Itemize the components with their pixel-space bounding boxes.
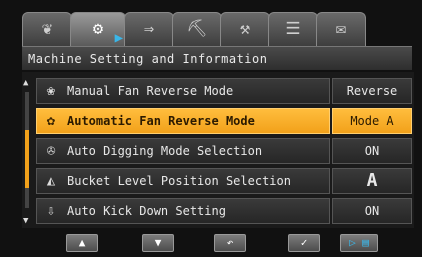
fan-icon: ❀ — [46, 83, 56, 99]
up-arrow-icon: ▲ — [78, 236, 86, 249]
tab-bar: ❦ ⚙ ▶ ⇒ ⛏ ⚒ ☰ ✉ — [22, 12, 412, 46]
scrollbar[interactable]: ▲ ▼ — [22, 78, 33, 226]
up-button[interactable]: ▲ — [66, 234, 98, 252]
tool-icon: ⚒ — [239, 19, 251, 39]
arrow-transfer-icon: ⇒ — [143, 19, 155, 39]
tab-transfer[interactable]: ⇒ — [124, 12, 174, 46]
settings-list: ▲ ▼ ❀ Manual Fan Reverse Mode Reverse ✿ … — [22, 72, 414, 228]
row-value[interactable]: ON — [332, 198, 412, 224]
row-value[interactable]: A — [332, 168, 412, 194]
excavator-icon: ⛏ — [186, 19, 208, 39]
display-frame: ❦ ⚙ ▶ ⇒ ⛏ ⚒ ☰ ✉ Machine Setting and Infor… — [0, 0, 422, 257]
tab-machine-settings[interactable]: ⚙ ▶ — [70, 12, 126, 46]
confirm-button[interactable]: ✓ — [288, 234, 320, 252]
check-icon: ✓ — [300, 236, 308, 249]
row-label: Manual Fan Reverse Mode — [67, 84, 234, 98]
row-automatic-fan-reverse[interactable]: ✿ Automatic Fan Reverse Mode — [36, 108, 330, 134]
row-label: Auto Digging Mode Selection — [67, 144, 263, 158]
tab-excavator[interactable]: ⛏ — [172, 12, 222, 46]
tab-document-list[interactable]: ☰ — [268, 12, 318, 46]
page-title: Machine Setting and Information — [22, 46, 412, 70]
scroll-thumb[interactable] — [25, 130, 29, 188]
row-value[interactable]: Reverse — [332, 78, 412, 104]
scroll-down-icon[interactable]: ▼ — [23, 216, 28, 226]
down-arrow-icon: ▼ — [154, 236, 162, 249]
page-switch-icon: ▷ ▤ — [349, 236, 369, 249]
row-value[interactable]: ON — [332, 138, 412, 164]
row-label: Automatic Fan Reverse Mode — [67, 114, 255, 128]
back-button[interactable]: ↶ — [214, 234, 246, 252]
tab-tool[interactable]: ⚒ — [220, 12, 270, 46]
mail-icon: ✉ — [335, 19, 347, 39]
document-list-icon: ☰ — [285, 19, 301, 39]
row-bucket-level[interactable]: ◭ Bucket Level Position Selection — [36, 168, 330, 194]
back-icon: ↶ — [226, 236, 234, 249]
row-manual-fan-reverse[interactable]: ❀ Manual Fan Reverse Mode — [36, 78, 330, 104]
machine-settings-icon: ⚙ — [92, 19, 104, 39]
tab-leaf[interactable]: ❦ — [22, 12, 72, 46]
row-label: Auto Kick Down Setting — [67, 204, 226, 218]
row-auto-kick-down[interactable]: ⇩ Auto Kick Down Setting — [36, 198, 330, 224]
scroll-up-icon[interactable]: ▲ — [23, 78, 28, 88]
auto-fan-icon: ✿ — [46, 113, 56, 129]
bottom-button-bar: ▲ ▼ ↶ ✓ ▷ ▤ — [22, 232, 414, 254]
row-auto-digging[interactable]: ✇ Auto Digging Mode Selection — [36, 138, 330, 164]
kickdown-icon: ⇩ — [46, 203, 56, 219]
page-switch-button[interactable]: ▷ ▤ — [340, 234, 378, 252]
bucket-level-icon: ◭ — [46, 173, 56, 189]
row-value[interactable]: Mode A — [332, 108, 412, 134]
row-label: Bucket Level Position Selection — [67, 174, 291, 188]
auto-dig-icon: ✇ — [46, 143, 56, 159]
down-button[interactable]: ▼ — [142, 234, 174, 252]
leaf-icon: ❦ — [41, 19, 53, 39]
tab-mail[interactable]: ✉ — [316, 12, 366, 46]
